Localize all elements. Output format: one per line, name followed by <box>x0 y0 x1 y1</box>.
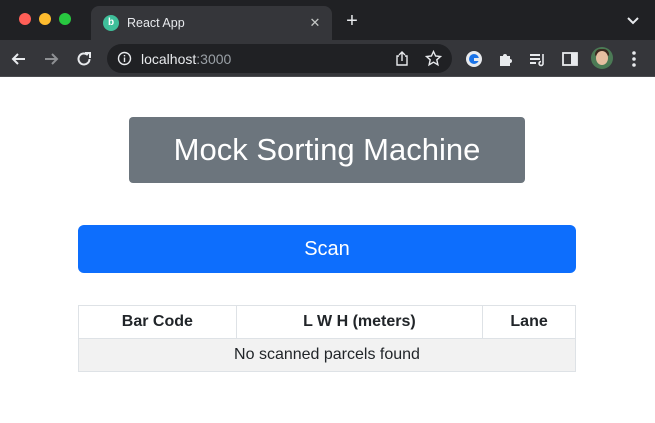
column-header-bar-code: Bar Code <box>78 305 237 339</box>
table-row: No scanned parcels found <box>78 338 576 372</box>
address-url[interactable]: localhost:3000 <box>141 51 231 67</box>
profile-avatar[interactable] <box>591 47 613 69</box>
extension-g-icon[interactable] <box>464 49 484 69</box>
column-header-lane: Lane <box>482 305 576 339</box>
browser-toolbar: localhost:3000 <box>0 40 655 77</box>
empty-table-message: No scanned parcels found <box>78 338 576 372</box>
address-bar[interactable]: localhost:3000 <box>107 44 452 73</box>
site-info-icon[interactable] <box>117 51 132 66</box>
window-close-button[interactable] <box>19 13 31 25</box>
new-tab-button[interactable]: + <box>342 11 362 31</box>
table-header-row: Bar Code L W H (meters) Lane <box>78 305 576 339</box>
parcels-table: Bar Code L W H (meters) Lane No scanned … <box>78 305 576 372</box>
page-title: Mock Sorting Machine <box>129 117 525 183</box>
tab-close-icon[interactable]: ✕ <box>306 14 324 32</box>
reading-list-icon[interactable] <box>528 49 548 69</box>
bookmark-star-icon[interactable] <box>425 50 442 67</box>
browser-tab-strip: b React App ✕ + <box>0 0 655 40</box>
url-port: :3000 <box>196 51 232 67</box>
tab-favicon-icon: b <box>103 15 119 31</box>
column-header-dimensions: L W H (meters) <box>235 305 484 339</box>
tab-search-chevron-icon[interactable] <box>624 13 642 29</box>
browser-tab-active[interactable]: b React App ✕ <box>91 6 332 40</box>
tab-title: React App <box>127 16 185 30</box>
share-icon[interactable] <box>394 50 410 67</box>
side-panel-icon[interactable] <box>560 49 580 69</box>
back-arrow-icon[interactable] <box>9 49 29 69</box>
extensions-puzzle-icon[interactable] <box>496 49 516 69</box>
window-zoom-button[interactable] <box>59 13 71 25</box>
scan-button[interactable]: Scan <box>78 225 576 273</box>
reload-icon[interactable] <box>74 49 94 69</box>
more-options-icon[interactable] <box>626 49 642 69</box>
url-host: localhost <box>141 51 197 67</box>
forward-arrow-icon[interactable] <box>41 49 61 69</box>
window-minimize-button[interactable] <box>39 13 51 25</box>
